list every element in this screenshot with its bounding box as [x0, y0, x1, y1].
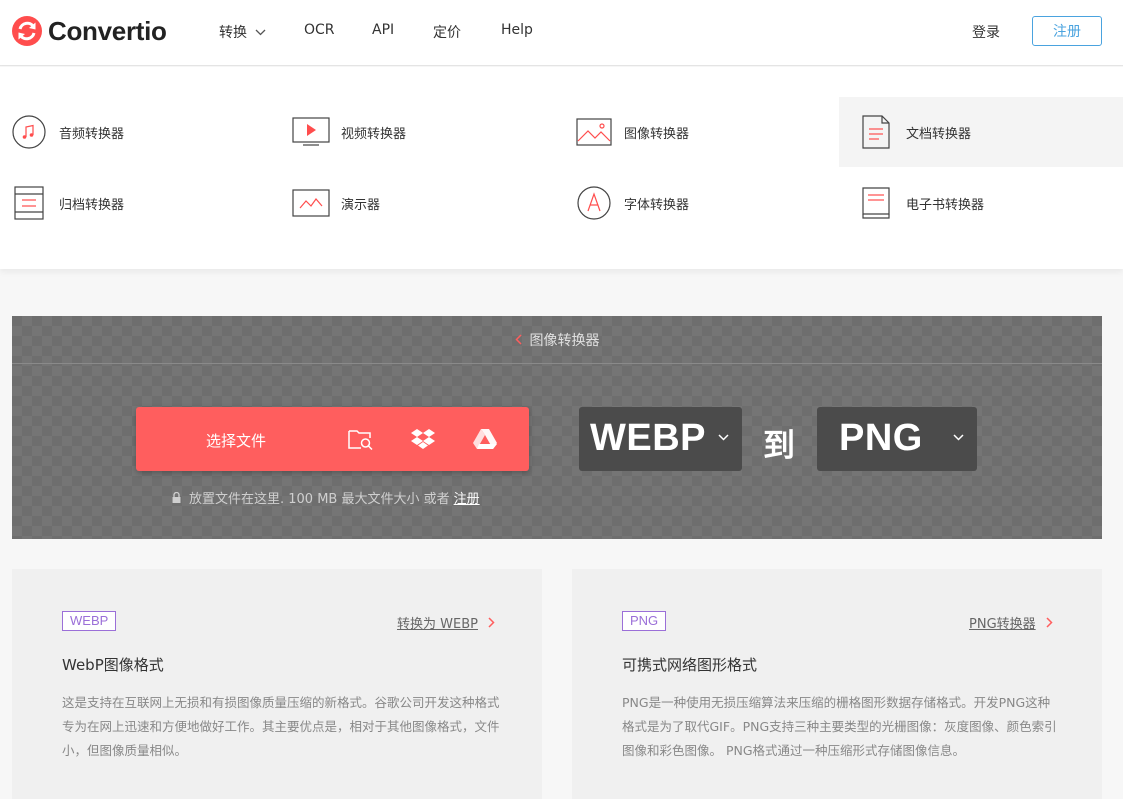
chevron-down-icon: [953, 434, 964, 441]
converter-category-menu: 音频转换器 视频转换器 图像转换器 文档转换器 归档转换器 演示器 字体转换器 …: [0, 67, 1123, 269]
nav-api-label: API: [372, 22, 395, 38]
login-link[interactable]: 登录: [972, 22, 1000, 42]
drop-note-text: 放置文件在这里. 100 MB 最大文件大小 或者: [189, 492, 450, 507]
target-format-select[interactable]: PNG: [817, 407, 977, 471]
ebook-icon: [857, 184, 895, 222]
source-format-value: WEBP: [590, 417, 706, 459]
category-font-label: 字体转换器: [624, 197, 690, 213]
card-link-label: PNG转换器: [969, 617, 1036, 632]
nav-api[interactable]: API: [372, 22, 394, 38]
nav-convert-label: 转换: [219, 25, 247, 41]
logo-text: Convertio: [48, 15, 167, 46]
folder-search-icon[interactable]: [348, 427, 374, 451]
breadcrumb[interactable]: 图像转换器: [514, 330, 600, 350]
image-icon: [575, 113, 613, 151]
category-document[interactable]: 文档转换器: [839, 97, 1123, 167]
card-link-label: 转换为 WEBP: [397, 617, 478, 632]
category-presentation[interactable]: 演示器: [292, 168, 562, 238]
converter-panel: 图像转换器 选择文件 放置文件在这里. 100 MB 最大文件大小 或者 注册 …: [12, 316, 1102, 539]
nav-convert[interactable]: 转换: [219, 22, 266, 42]
nav-pricing-label: 定价: [433, 25, 461, 41]
choose-files-button[interactable]: 选择文件: [136, 407, 529, 471]
card-title: WebP图像格式: [62, 656, 164, 674]
breadcrumb-label: 图像转换器: [529, 332, 600, 349]
category-ebook-label: 电子书转换器: [906, 197, 985, 213]
target-format-value: PNG: [839, 417, 923, 459]
category-video-label: 视频转换器: [341, 126, 407, 142]
chevron-right-icon: [1046, 617, 1053, 628]
font-icon: [575, 184, 613, 222]
category-font[interactable]: 字体转换器: [575, 168, 837, 238]
top-header: Convertio 转换 OCR API 定价 Help 登录 注册: [0, 0, 1123, 66]
format-info-card-webp: WEBP 转换为 WEBP WebP图像格式 这是支持在互联网上无损和有损图像质…: [12, 569, 542, 799]
card-title: 可携式网络图形格式: [622, 656, 758, 674]
category-document-label: 文档转换器: [906, 126, 972, 142]
convertio-logo-icon: [12, 16, 42, 46]
category-video[interactable]: 视频转换器: [292, 97, 562, 167]
convert-to-webp-link[interactable]: 转换为 WEBP: [397, 613, 495, 632]
choose-files-label: 选择文件: [206, 432, 267, 450]
format-badge: PNG: [622, 611, 667, 631]
nav-pricing[interactable]: 定价: [433, 22, 461, 42]
logo[interactable]: Convertio: [11, 15, 167, 47]
dropbox-icon[interactable]: [410, 427, 436, 451]
archive-icon: [10, 184, 48, 222]
category-archive-label: 归档转换器: [59, 197, 125, 213]
document-icon: [857, 113, 895, 151]
category-ebook[interactable]: 电子书转换器: [857, 168, 1123, 238]
chevron-left-icon: [514, 334, 522, 345]
drop-files-note: 放置文件在这里. 100 MB 最大文件大小 或者 注册: [172, 488, 480, 507]
music-note-icon: [10, 113, 48, 151]
card-description: 这是支持在互联网上无损和有损图像质量压缩的新格式。谷歌公司开发这种格式专为在网上…: [62, 695, 500, 758]
category-archive[interactable]: 归档转换器: [10, 168, 280, 238]
chevron-right-icon: [488, 617, 495, 628]
category-presentation-label: 演示器: [341, 197, 381, 213]
category-image-label: 图像转换器: [624, 126, 690, 142]
lock-icon: [172, 492, 181, 503]
converter-breadcrumb-bar: 图像转换器: [12, 316, 1102, 364]
format-info-card-png: PNG PNG转换器 可携式网络图形格式 PNG是一种使用无损压缩算法来压缩的栅…: [572, 569, 1102, 799]
chevron-down-icon: [718, 434, 729, 441]
category-audio[interactable]: 音频转换器: [10, 97, 280, 167]
card-description: PNG是一种使用无损压缩算法来压缩的栅格图形数据存储格式。开发PNG这种格式是为…: [622, 695, 1057, 758]
nav-ocr[interactable]: OCR: [304, 22, 335, 38]
to-label: 到: [763, 426, 796, 464]
format-badge: WEBP: [62, 611, 117, 631]
category-audio-label: 音频转换器: [59, 126, 125, 142]
source-format-select[interactable]: WEBP: [579, 407, 742, 471]
nav-help-label: Help: [501, 22, 533, 38]
png-converter-link[interactable]: PNG转换器: [969, 613, 1053, 632]
nav-ocr-label: OCR: [304, 22, 335, 38]
video-play-icon: [292, 113, 330, 151]
drop-note-signup-link[interactable]: 注册: [454, 488, 480, 507]
presentation-icon: [292, 184, 330, 222]
nav-help[interactable]: Help: [501, 22, 533, 38]
google-drive-icon[interactable]: [472, 427, 498, 451]
category-image[interactable]: 图像转换器: [575, 97, 837, 167]
signup-button[interactable]: 注册: [1032, 16, 1102, 46]
chevron-down-icon: [255, 29, 266, 35]
